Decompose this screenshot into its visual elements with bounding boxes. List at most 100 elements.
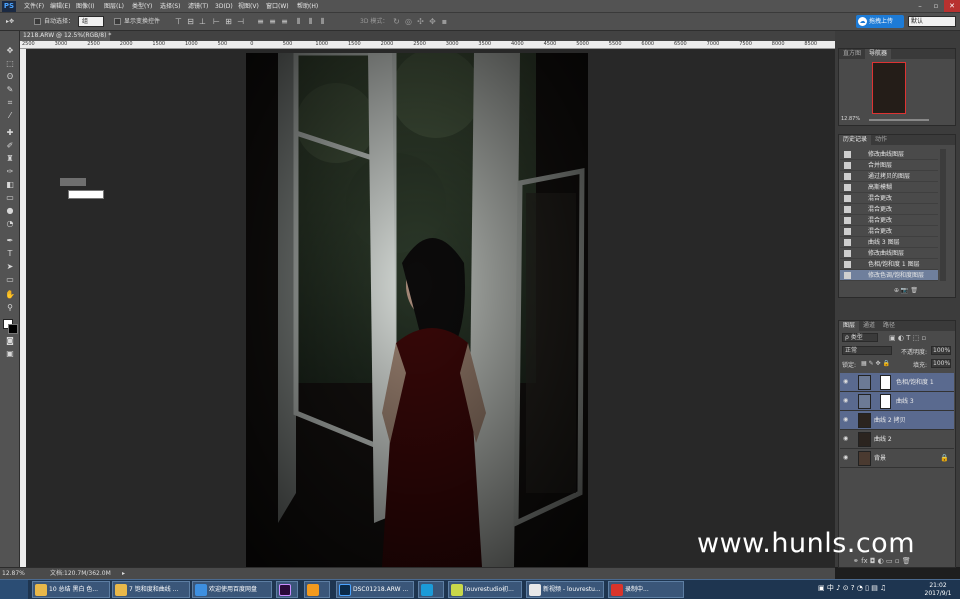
layer-mask-thumbnail[interactable]: [880, 394, 891, 409]
3d-scale-icon[interactable]: ▪: [440, 17, 449, 26]
close-icon[interactable]: ✕: [944, 0, 960, 12]
menu-type[interactable]: 类型(Y): [132, 2, 152, 11]
history-item[interactable]: 混合更改: [840, 204, 938, 215]
3d-roll-icon[interactable]: ◎: [404, 17, 413, 26]
crop-tool-icon[interactable]: ⌗: [4, 97, 16, 108]
taskbar-item[interactable]: louvrestudio初...: [448, 581, 522, 598]
taskbar-item[interactable]: DSC01218.ARW ...: [336, 581, 414, 598]
taskbar-item[interactable]: 10 总结 黑白 色...: [32, 581, 110, 598]
navigator-zoom[interactable]: 12.87%: [841, 116, 860, 122]
history-item[interactable]: 合并图层: [840, 160, 938, 171]
navigator-thumbnail[interactable]: [872, 62, 906, 114]
workspace-dropdown[interactable]: 默认: [908, 16, 956, 27]
rectangle-tool-icon[interactable]: ▭: [4, 274, 16, 285]
start-button[interactable]: [0, 580, 28, 599]
dodge-tool-icon[interactable]: ◔: [4, 218, 16, 229]
3d-slide-icon[interactable]: ✥: [428, 17, 437, 26]
menu-file[interactable]: 文件(F): [24, 2, 44, 11]
auto-select-checkbox[interactable]: [34, 18, 41, 25]
document-tab[interactable]: 1218.ARW @ 12.5%(RGB/8) *: [20, 31, 111, 41]
layer-row[interactable]: ◉ 曲线 2: [840, 430, 954, 449]
background-color-swatch[interactable]: [8, 324, 18, 334]
type-tool-icon[interactable]: T: [4, 248, 16, 259]
taskbar-item[interactable]: 新视频 - louvrestu...: [526, 581, 604, 598]
quick-mask-icon[interactable]: ◙: [4, 335, 16, 346]
align-bottom-icon[interactable]: ⊥: [198, 17, 207, 26]
history-scrollbar[interactable]: [940, 149, 946, 281]
distribute-vcenter-icon[interactable]: ≡: [268, 17, 277, 26]
drag-upload-button[interactable]: ☁ 拖拽上传: [856, 15, 904, 28]
screen-mode-icon[interactable]: ▣: [4, 348, 16, 359]
menu-window[interactable]: 窗口(W): [266, 2, 289, 11]
status-arrow-icon[interactable]: ▸: [122, 570, 125, 578]
hand-tool-icon[interactable]: ✋: [4, 289, 16, 300]
taskbar-item[interactable]: 7 饱和度和曲线 ...: [112, 581, 190, 598]
pen-tool-icon[interactable]: ✒: [4, 235, 16, 246]
layer-row[interactable]: ◉ 曲线 3: [840, 392, 954, 411]
align-left-icon[interactable]: ⊢: [212, 17, 221, 26]
menu-image[interactable]: 图像(I): [76, 2, 94, 11]
tab-history[interactable]: 历史记录: [839, 135, 872, 145]
tab-paths[interactable]: 路径: [879, 321, 899, 331]
layer-filter-icons[interactable]: ▣ ◐ T ⬚ ▫: [889, 334, 926, 342]
brush-tool-icon[interactable]: ✐: [4, 140, 16, 151]
marquee-tool-icon[interactable]: ⬚: [4, 58, 16, 69]
distribute-bottom-icon[interactable]: ≡: [280, 17, 289, 26]
history-item[interactable]: 通过拷贝的图层: [840, 171, 938, 182]
tab-histogram[interactable]: 直方图: [839, 49, 865, 59]
distribute-top-icon[interactable]: ≡: [256, 17, 265, 26]
layer-filter-dropdown[interactable]: ρ 类型: [842, 333, 878, 342]
layer-mask-thumbnail[interactable]: [880, 375, 891, 390]
eye-icon[interactable]: ◉: [843, 455, 850, 461]
eraser-tool-icon[interactable]: ◧: [4, 179, 16, 190]
history-item[interactable]: 混合更改: [840, 226, 938, 237]
history-brush-tool-icon[interactable]: ✑: [4, 166, 16, 177]
3d-rotate-icon[interactable]: ↻: [392, 17, 401, 26]
menu-filter[interactable]: 滤镜(T): [188, 2, 208, 11]
tab-navigator[interactable]: 导航器: [865, 49, 892, 59]
history-item[interactable]: 混合更改: [840, 193, 938, 204]
history-item-selected[interactable]: 修改色调/饱和度图层: [840, 270, 938, 281]
history-item[interactable]: 高斯模糊: [840, 182, 938, 193]
clone-stamp-tool-icon[interactable]: ♜: [4, 153, 16, 164]
menu-layer[interactable]: 图层(L): [104, 2, 124, 11]
lasso-tool-icon[interactable]: ʘ: [4, 71, 16, 82]
eyedropper-tool-icon[interactable]: ⁄: [4, 110, 16, 121]
align-top-icon[interactable]: ⊤: [174, 17, 183, 26]
history-item[interactable]: 修改曲线图层: [840, 248, 938, 259]
layer-row[interactable]: ◉ 曲线 2 拷贝: [840, 411, 954, 430]
3d-pan-icon[interactable]: ✣: [416, 17, 425, 26]
tray-icons[interactable]: ▣ 中 ♪ ⊙ ? ◔ ▯ ▤ ♫: [818, 583, 886, 593]
menu-3d[interactable]: 3D(D): [215, 2, 233, 11]
menu-view[interactable]: 视图(V): [238, 2, 259, 11]
eye-icon[interactable]: ◉: [843, 436, 850, 442]
history-item[interactable]: 混合更改: [840, 215, 938, 226]
menu-edit[interactable]: 编辑(E): [50, 2, 70, 11]
distribute-hcenter-icon[interactable]: ⫴: [306, 17, 315, 26]
document-photo[interactable]: [246, 53, 588, 567]
layer-row[interactable]: ◉ 色相/饱和度 1: [840, 373, 954, 392]
maximize-icon[interactable]: ▫: [928, 0, 944, 12]
menu-help[interactable]: 帮助(H): [297, 2, 318, 11]
gradient-tool-icon[interactable]: ▭: [4, 192, 16, 203]
minimize-icon[interactable]: –: [912, 0, 928, 12]
taskbar-item[interactable]: 录制中...: [608, 581, 684, 598]
move-tool-icon[interactable]: ▸✥: [6, 17, 14, 27]
zoom-tool-icon[interactable]: ⚲: [4, 302, 16, 313]
history-item[interactable]: 色相/饱和度 1 图层: [840, 259, 938, 270]
taskbar-item[interactable]: 欢迎使用百度网盘: [192, 581, 272, 598]
clock[interactable]: 21:02 2017/9/1: [920, 580, 956, 599]
tab-actions[interactable]: 动作: [871, 135, 891, 145]
blur-tool-icon[interactable]: ●: [4, 205, 16, 216]
align-right-icon[interactable]: ⊣: [236, 17, 245, 26]
blend-mode-dropdown[interactable]: 正常: [842, 346, 892, 355]
move-tool-icon[interactable]: ✥: [4, 45, 16, 56]
healing-brush-tool-icon[interactable]: ✚: [4, 127, 16, 138]
layer-row[interactable]: ◉ 背景 🔒: [840, 449, 954, 468]
history-item[interactable]: 修改曲线图层: [840, 149, 938, 160]
distribute-right-icon[interactable]: ⫴: [318, 17, 327, 26]
taskbar-item[interactable]: [304, 581, 330, 598]
distribute-left-icon[interactable]: ⫴: [294, 17, 303, 26]
floating-text-input[interactable]: [68, 190, 104, 199]
navigator-zoom-slider[interactable]: [869, 119, 929, 121]
